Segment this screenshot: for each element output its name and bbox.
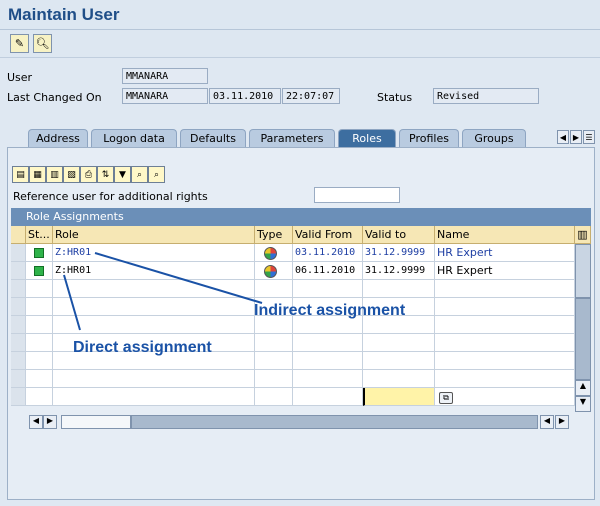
- direct-arrow-line: [63, 274, 81, 331]
- indirect-arrow-line: [94, 252, 263, 304]
- indirect-assignment-label: Indirect assignment: [254, 302, 406, 319]
- direct-assignment-label: Direct assignment: [73, 339, 212, 356]
- annotation-overlay: [63, 252, 263, 331]
